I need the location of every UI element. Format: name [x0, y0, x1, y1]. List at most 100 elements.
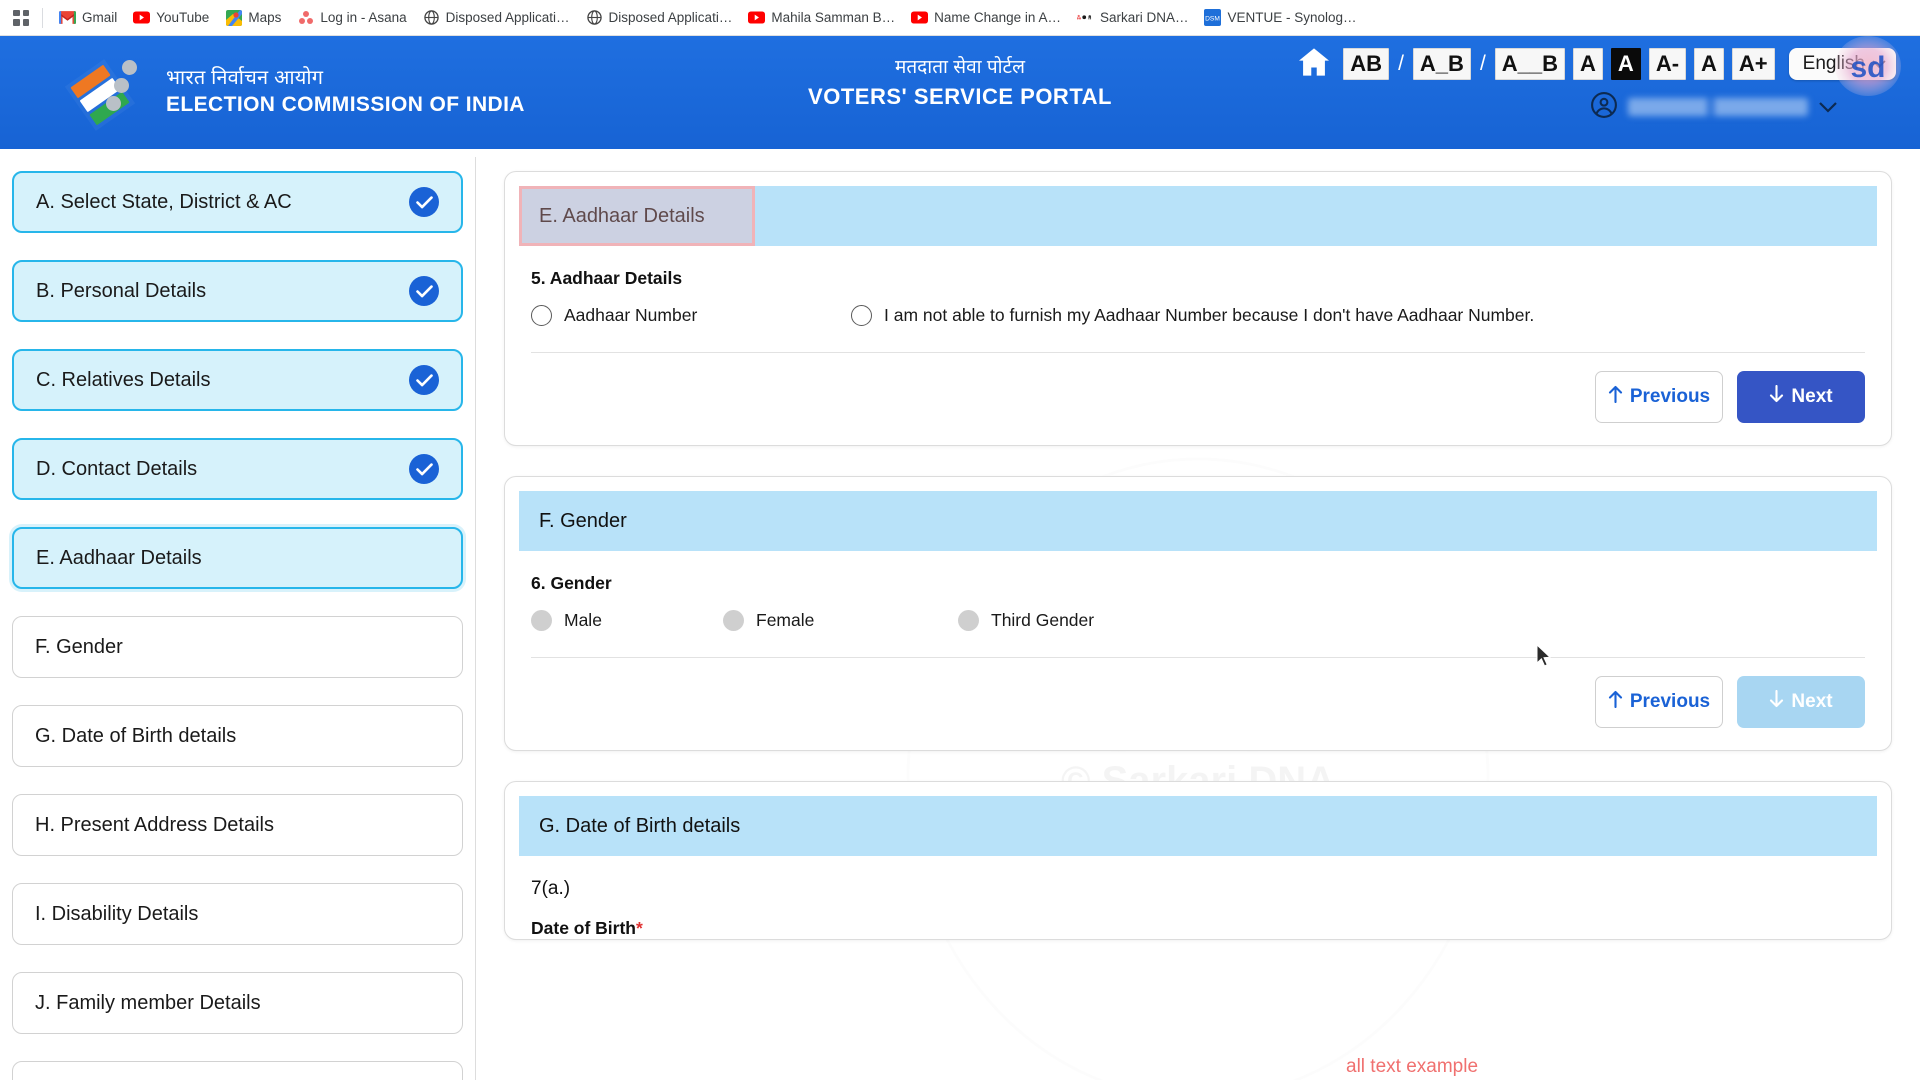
apps-grid-icon[interactable] [8, 5, 34, 31]
sidebar-item-aadhaar-details[interactable]: E. Aadhaar Details [12, 527, 463, 589]
radio-icon[interactable] [531, 610, 552, 631]
sidebar-item-label: F. Gender [35, 635, 123, 658]
language-label: English [1802, 53, 1865, 74]
language-selector[interactable]: English [1788, 48, 1896, 80]
youtube-icon [133, 9, 151, 26]
sidebar-item-label: H. Present Address Details [35, 813, 274, 836]
question-label-gender: 6. Gender [531, 573, 612, 593]
youtube-icon [911, 9, 929, 26]
bookmark-item[interactable]: Disposed Applicati… [415, 6, 578, 29]
section-body-aadhaar: 5. Aadhaar Details Aadhaar Number I am n… [505, 246, 1891, 353]
radio-option-aadhaar-number[interactable]: Aadhaar Number [531, 305, 851, 326]
radio-icon[interactable] [723, 610, 744, 631]
radio-option-female[interactable]: Female [723, 610, 958, 631]
radio-label: Male [564, 610, 602, 630]
contrast-normal-button[interactable]: A [1573, 48, 1603, 80]
bookmark-item[interactable]: DSM VENTUE - Synolog… [1196, 6, 1364, 29]
bookmark-item[interactable]: Disposed Applicati… [578, 6, 741, 29]
letter-spacing-wide-button[interactable]: A__B [1494, 48, 1566, 80]
sidebar-item-select-state[interactable]: A. Select State, District & AC [12, 171, 463, 233]
sidebar-item-present-address[interactable]: H. Present Address Details [12, 794, 463, 856]
contrast-invert-button[interactable]: A [1610, 48, 1641, 80]
radio-option-third-gender[interactable]: Third Gender [958, 610, 1094, 631]
brand-english: ELECTION COMMISSION OF INDIA [166, 93, 525, 117]
header-right-controls: AB / A_B / A__B A A A- A A+ English [1276, 42, 1896, 128]
sidebar-item-relatives-details[interactable]: C. Relatives Details [12, 349, 463, 411]
field-label-date-of-birth: Date of Birth* [531, 918, 1865, 939]
bookmark-item[interactable]: Maps [217, 6, 289, 29]
radio-icon[interactable] [958, 610, 979, 631]
arrow-up-icon [1608, 385, 1623, 409]
check-circle-icon [409, 276, 439, 306]
section-card-gender: F. Gender 6. Gender Male Female Third Ge… [504, 476, 1892, 751]
bookmark-label: Sarkari DNA… [1099, 10, 1189, 25]
bookmark-label: YouTube [156, 10, 210, 25]
radio-label: Third Gender [991, 610, 1095, 630]
form-content: sd © Sarkari DNA E. Aadhaar Details 5. A… [476, 149, 1920, 1080]
required-marker: * [636, 918, 643, 938]
sidebar-item-family-member-details[interactable]: J. Family member Details [12, 972, 463, 1034]
sidebar-item-date-of-birth[interactable]: G. Date of Birth details [12, 705, 463, 767]
steps-sidebar: A. Select State, District & AC B. Person… [0, 149, 475, 1080]
account-menu[interactable] [1276, 86, 1896, 128]
chevron-down-icon [1872, 53, 1886, 75]
font-decrease-button[interactable]: A- [1648, 48, 1687, 80]
sidebar-item-contact-details[interactable]: D. Contact Details [12, 438, 463, 500]
page-body: A. Select State, District & AC B. Person… [0, 149, 1920, 1080]
previous-button-label: Previous [1629, 691, 1711, 712]
sidebar-item-label: C. Relatives Details [36, 368, 211, 391]
sidebar-item-label: B. Personal Details [36, 279, 207, 302]
section-header-label: F. Gender [539, 509, 627, 532]
bookmark-item[interactable]: Gmail [51, 6, 125, 29]
sidebar-item-label: G. Date of Birth details [35, 724, 237, 747]
brand-block: भारत निर्वाचन आयोग ELECTION COMMISSION O… [64, 54, 525, 132]
separator: / [1398, 52, 1404, 75]
sidebar-item-disability-details[interactable]: I. Disability Details [12, 883, 463, 945]
bookmark-item[interactable]: Log in - Asana [289, 6, 414, 29]
section-footer-gender: Previous Next [505, 658, 1891, 750]
separator: / [1479, 52, 1486, 75]
browser-bookmark-bar: Gmail YouTube Maps Log in - Asana Dispos… [0, 0, 1920, 36]
radio-label: Aadhaar Number [564, 305, 698, 325]
section-header-date-of-birth: G. Date of Birth details [519, 796, 1877, 856]
brand-text: भारत निर्वाचन आयोग ELECTION COMMISSION O… [166, 65, 525, 119]
question-label-aadhaar: 5. Aadhaar Details [531, 268, 683, 288]
previous-button[interactable]: Previous [1595, 676, 1723, 728]
bookmark-item[interactable]: Mahila Samman B… [740, 6, 903, 29]
next-button[interactable]: Next [1737, 371, 1865, 423]
gender-options: Male Female Third Gender [531, 610, 1865, 631]
home-icon[interactable] [1297, 47, 1331, 82]
radio-icon[interactable] [851, 305, 872, 326]
field-label-text: Date of Birth [531, 918, 636, 938]
letter-spacing-normal-button[interactable]: AB [1343, 48, 1390, 80]
brand-hindi: भारत निर्वाचन आयोग [166, 67, 324, 90]
svg-text:DSM: DSM [1206, 15, 1221, 22]
sidebar-item-label: A. Select State, District & AC [36, 190, 292, 213]
radio-label: I am not able to furnish my Aadhaar Numb… [884, 305, 1535, 325]
user-circle-icon [1590, 91, 1618, 124]
question-label-dob: 7(a.) [531, 878, 571, 899]
font-reset-button[interactable]: A [1694, 48, 1724, 80]
radio-option-no-aadhaar[interactable]: I am not able to furnish my Aadhaar Numb… [851, 305, 1534, 326]
sidebar-item-gender[interactable]: F. Gender [12, 616, 463, 678]
bookmark-item[interactable]: Name Change in A… [903, 6, 1069, 29]
globe-icon [586, 9, 603, 26]
font-increase-button[interactable]: A+ [1731, 48, 1775, 80]
bookmark-item[interactable]: Sarkari DNA… [1069, 6, 1197, 29]
sidebar-item-label: J. Family member Details [35, 991, 261, 1014]
arrow-up-icon [1608, 690, 1623, 714]
annotation-note: all text example [1346, 1056, 1479, 1077]
sidebar-item-label: D. Contact Details [36, 457, 198, 480]
previous-button[interactable]: Previous [1595, 371, 1723, 423]
next-button-disabled: Next [1737, 676, 1865, 728]
radio-option-male[interactable]: Male [531, 610, 723, 631]
sidebar-item-declaration[interactable]: K. Declaration [12, 1061, 463, 1080]
google-maps-icon [225, 9, 242, 26]
arrow-down-icon [1769, 384, 1784, 409]
sidebar-item-personal-details[interactable]: B. Personal Details [12, 260, 463, 322]
letter-spacing-medium-button[interactable]: A_B [1412, 48, 1471, 80]
radio-icon[interactable] [531, 305, 552, 326]
previous-button-label: Previous [1629, 386, 1711, 407]
accessibility-toolbar: AB / A_B / A__B A A A- A A+ English [1276, 42, 1896, 86]
bookmark-item[interactable]: YouTube [125, 6, 217, 29]
